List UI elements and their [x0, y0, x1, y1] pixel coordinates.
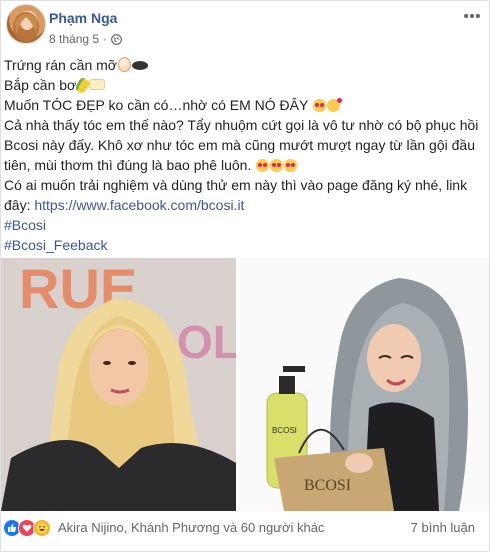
bottle-label: BCOSI: [272, 426, 297, 435]
egg-emoji-icon: [117, 57, 131, 72]
post-line-2: Bắp cần bơ: [4, 75, 483, 95]
post-card: Phạm Nga 8 tháng 5 · Trứng rán cần mỡ Bắ…: [0, 0, 490, 552]
post-date[interactable]: 8 tháng 5: [49, 32, 99, 46]
post-text: Trứng rán cần mỡ Bắp cần bơ Muốn TÓC ĐẸP…: [4, 55, 483, 255]
kiss-emoji-icon: [326, 98, 342, 112]
heart-eyes-emoji-icon: [284, 159, 298, 172]
meta-separator: ·: [103, 32, 108, 46]
photo-blonde-hair[interactable]: RUE OL: [1, 258, 236, 511]
butter-emoji-icon: [89, 79, 106, 90]
post-line-1: Trứng rán cần mỡ: [4, 55, 483, 75]
hashtag-line-1: #Bcosi: [4, 215, 483, 235]
author-avatar[interactable]: [6, 4, 46, 44]
photo-grey-hair-product[interactable]: BCOSI BCOSI: [239, 258, 489, 511]
post-line-3: Muốn TÓC ĐẸP ko cần có…nhờ có EM NÓ ĐÂY: [4, 95, 483, 115]
author-name[interactable]: Phạm Nga: [49, 10, 117, 26]
haha-reaction-icon: [33, 519, 51, 537]
backdrop-brand-text-2: OL: [177, 316, 236, 368]
more-options-icon[interactable]: [463, 10, 481, 22]
post-line-4: Cả nhà thấy tóc em thế nào? Tẩy nhuộm cứ…: [4, 117, 479, 173]
photo-grid: RUE OL BCOSI BCOSI: [1, 258, 489, 511]
post-line-5: Có ai muốn trải nghiệm và dùng thử em nà…: [4, 177, 468, 213]
bag-label: BCOSI: [304, 477, 351, 494]
heart-face-emoji-icon: [256, 159, 270, 172]
post-meta: 8 tháng 5 ·: [49, 32, 122, 46]
post-footer: Akira Nijino, Khánh Phương và 60 người k…: [1, 513, 489, 543]
page-link[interactable]: https://www.facebook.com/bcosi.it: [34, 197, 244, 213]
hashtag-bcosi[interactable]: #Bcosi: [4, 217, 46, 233]
hashtag-line-2: #Bcosi_Feeback: [4, 235, 483, 255]
heart-face-emoji-icon: [312, 99, 326, 112]
reaction-icons[interactable]: [3, 519, 51, 537]
hashtag-bcosi-feeback[interactable]: #Bcosi_Feeback: [4, 237, 108, 253]
corn-emoji-icon: [74, 76, 92, 95]
comment-count[interactable]: 7 bình luận: [411, 520, 475, 535]
globe-icon[interactable]: [111, 33, 122, 45]
reaction-summary[interactable]: Akira Nijino, Khánh Phương và 60 người k…: [58, 520, 324, 535]
frying-pan-emoji-icon: [131, 61, 148, 70]
post-header: Phạm Nga 8 tháng 5 ·: [6, 4, 481, 48]
heart-face-emoji-icon: [270, 159, 284, 172]
